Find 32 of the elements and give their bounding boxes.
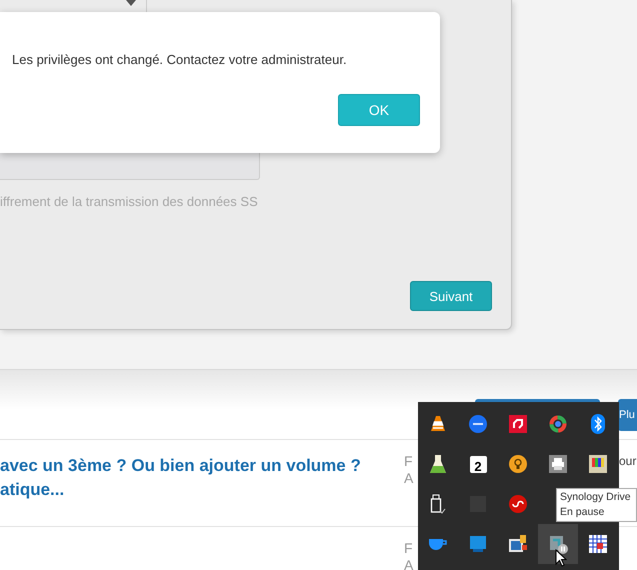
topic-title[interactable]: atique... — [0, 478, 64, 502]
more-button[interactable]: Plu — [618, 399, 637, 431]
sync-paused-icon[interactable] — [548, 534, 568, 554]
cup-icon[interactable] — [428, 537, 448, 551]
topic-meta: F — [404, 453, 414, 470]
bluetooth-icon[interactable] — [591, 414, 605, 434]
monitor-icon[interactable] — [469, 535, 487, 553]
tray-item[interactable] — [538, 524, 578, 564]
topic-side-text: our — [619, 454, 636, 468]
alert-message: Les privilèges ont changé. Contactez votre administrateur. — [12, 52, 347, 67]
topic-meta: A — [404, 470, 414, 487]
calendar-icon[interactable]: 2 — [470, 456, 486, 472]
cone-icon[interactable] — [430, 415, 446, 433]
mouse-cursor-icon — [555, 549, 567, 567]
arrow-logo-icon[interactable] — [509, 415, 527, 433]
grid-icon[interactable] — [589, 535, 607, 553]
flask-icon[interactable] — [430, 454, 446, 474]
topic-title[interactable]: avec un 3ème ? Ou bien ajouter un volume ? — [0, 454, 361, 478]
printer-icon[interactable] — [549, 455, 567, 473]
color-bars-icon[interactable] — [589, 455, 607, 473]
music-app-icon[interactable] — [509, 495, 527, 513]
windows-app-icon[interactable] — [508, 534, 528, 554]
tooltip-title: Synology Drive — [560, 490, 632, 505]
next-button[interactable]: Suivant — [410, 281, 492, 311]
caret-icon — [126, 0, 136, 6]
tooltip-status: En pause — [560, 505, 606, 520]
topic-meta: F — [404, 540, 414, 557]
usb-drive-icon[interactable] — [430, 494, 446, 514]
hint-text: iffrement de la transmission des données SS — [0, 194, 258, 209]
lightbulb-icon[interactable] — [509, 455, 527, 473]
ring-icon[interactable] — [549, 415, 567, 433]
topic-meta: A — [404, 557, 414, 570]
